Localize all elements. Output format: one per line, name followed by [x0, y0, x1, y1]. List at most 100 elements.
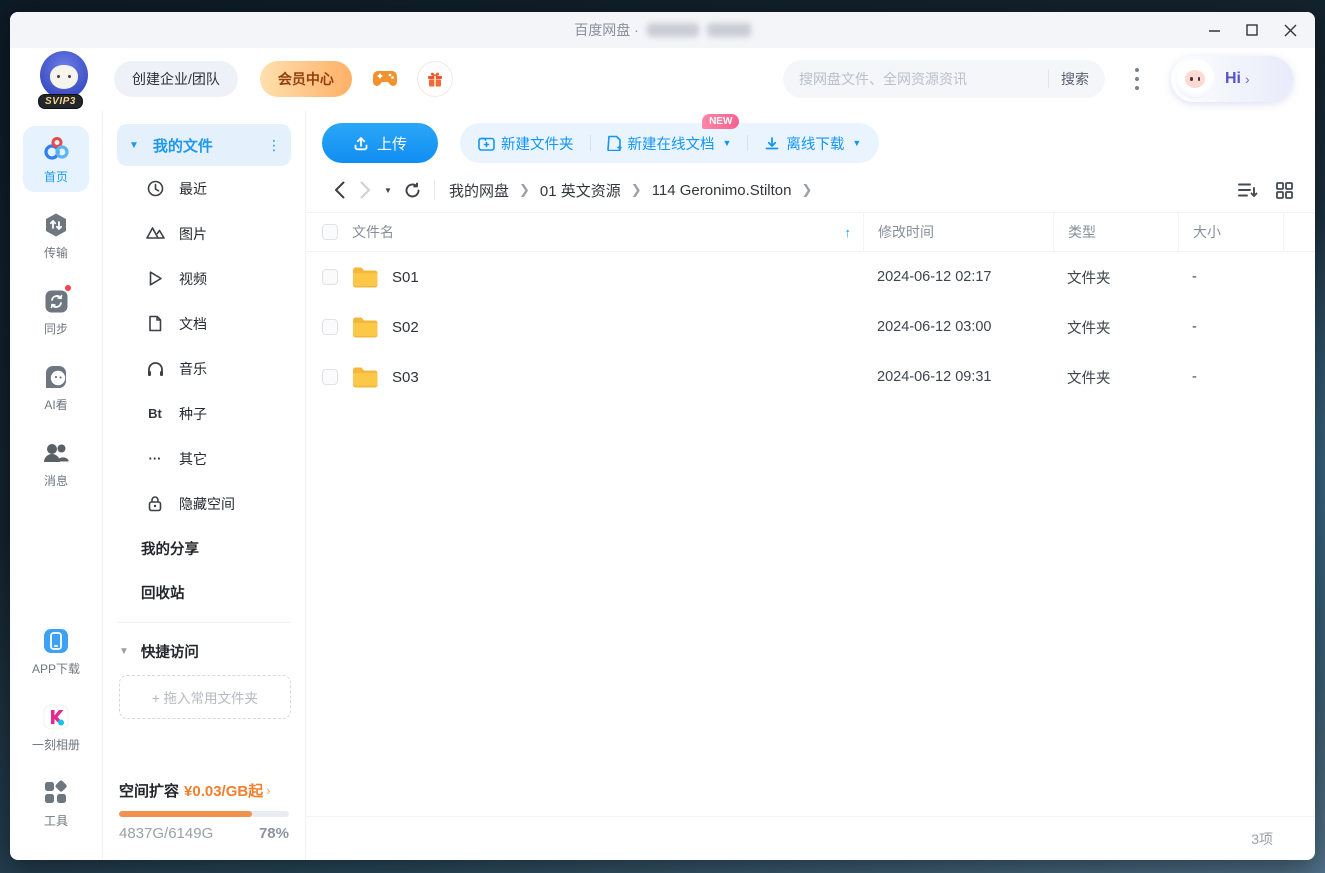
- file-name[interactable]: S02: [392, 319, 419, 336]
- chevron-right-icon: ❯: [631, 182, 642, 198]
- breadcrumb-item[interactable]: 114 Geronimo.Stilton: [652, 182, 792, 199]
- rail-item-photo-album[interactable]: 一刻相册: [23, 694, 89, 760]
- nav-my-files[interactable]: ▼ 我的文件 ⋮: [117, 124, 291, 166]
- rail-item-home[interactable]: 首页: [23, 126, 89, 192]
- svip-badge: SVIP3: [38, 94, 83, 109]
- breadcrumb-item[interactable]: 01 英文资源: [540, 180, 621, 201]
- grid-view-icon[interactable]: [1276, 182, 1293, 199]
- row-checkbox[interactable]: [322, 269, 338, 285]
- nav-item-others[interactable]: ··· 其它: [117, 436, 291, 481]
- create-team-button[interactable]: 创建企业/团队: [114, 61, 238, 97]
- file-type: 文件夹: [1053, 252, 1178, 302]
- new-folder-button[interactable]: 新建文件夹: [478, 133, 574, 154]
- file-name[interactable]: S03: [392, 369, 419, 386]
- nav-item-recent[interactable]: 最近: [117, 166, 291, 211]
- search-input[interactable]: 搜网盘文件、全网资源资讯: [799, 69, 1036, 89]
- nav-quick-access[interactable]: ▼ 快捷访问: [117, 631, 291, 671]
- expand-storage-link[interactable]: 空间扩容 ¥0.03/GB起 ›: [119, 780, 289, 801]
- refresh-button[interactable]: [398, 182, 426, 199]
- file-type: 文件夹: [1053, 302, 1178, 352]
- file-modified: 2024-06-12 03:00: [863, 302, 1053, 352]
- column-header-modified[interactable]: 修改时间: [863, 213, 1053, 251]
- close-button[interactable]: [1275, 15, 1305, 45]
- file-modified: 2024-06-12 09:31: [863, 352, 1053, 402]
- chevron-down-icon: ▼: [723, 138, 732, 148]
- table-row[interactable]: S02 2024-06-12 03:00 文件夹 -: [306, 302, 1315, 352]
- divider: [117, 622, 291, 623]
- folder-icon: [352, 316, 378, 338]
- nav-item-videos[interactable]: 视频: [117, 256, 291, 301]
- document-icon: [145, 315, 165, 332]
- drop-favorite-folder-zone[interactable]: + 拖入常用文件夹: [119, 675, 291, 719]
- column-header-size[interactable]: 大小: [1178, 213, 1283, 251]
- nav-my-shares[interactable]: 我的分享: [117, 526, 291, 570]
- upload-button[interactable]: 上传: [322, 123, 438, 163]
- rail-item-messages[interactable]: 消息: [23, 430, 89, 496]
- nav-item-images[interactable]: 图片: [117, 211, 291, 256]
- upload-icon: [353, 135, 369, 151]
- file-type: 文件夹: [1053, 352, 1178, 402]
- column-header-name[interactable]: 文件名: [352, 222, 394, 242]
- account-greeting-button[interactable]: Hi ›: [1171, 56, 1293, 102]
- minimize-button[interactable]: [1199, 15, 1229, 45]
- nav-item-hidden-space[interactable]: 隐藏空间: [117, 481, 291, 526]
- icon-rail: 首页 传输 同步 AI看: [10, 110, 103, 860]
- bt-icon: Bt: [145, 406, 165, 421]
- clock-icon: [145, 180, 165, 197]
- item-count-footer: 3项: [306, 816, 1315, 860]
- rail-item-sync[interactable]: 同步: [23, 278, 89, 344]
- storage-progress-bar: [119, 811, 289, 817]
- breadcrumb-item[interactable]: 我的网盘: [449, 180, 509, 201]
- new-online-doc-button[interactable]: NEW 新建在线文档 ▼: [607, 133, 732, 154]
- file-modified: 2024-06-12 02:17: [863, 252, 1053, 302]
- gamepad-icon[interactable]: [372, 69, 398, 89]
- window-title: 百度网盘 ·: [574, 20, 751, 40]
- history-dropdown-icon[interactable]: ▼: [378, 186, 398, 195]
- titlebar[interactable]: 百度网盘 ·: [10, 12, 1315, 48]
- collapse-triangle-icon[interactable]: ▼: [119, 646, 129, 657]
- image-icon: [145, 226, 165, 242]
- table-row[interactable]: S01 2024-06-12 02:17 文件夹 -: [306, 252, 1315, 302]
- my-files-menu-icon[interactable]: ⋮: [267, 143, 281, 148]
- forward-button[interactable]: [352, 181, 378, 199]
- offline-download-button[interactable]: 离线下载 ▼: [764, 133, 861, 154]
- toolbar: 上传 新建文件夹 NEW 新建在线文档: [306, 110, 1315, 168]
- gift-icon[interactable]: [418, 62, 452, 96]
- rail-item-app-download[interactable]: APP下载: [23, 618, 89, 684]
- rail-item-ai-view[interactable]: AI看: [23, 354, 89, 420]
- rail-item-transfer[interactable]: 传输: [23, 202, 89, 268]
- search-bar[interactable]: 搜网盘文件、全网资源资讯 搜索: [783, 60, 1105, 98]
- storage-percent: 78%: [259, 825, 289, 842]
- vip-center-button[interactable]: 会员中心: [260, 61, 352, 97]
- search-button[interactable]: 搜索: [1061, 69, 1089, 89]
- nav-item-music[interactable]: 音乐: [117, 346, 291, 391]
- nav-item-documents[interactable]: 文档: [117, 301, 291, 346]
- table-row[interactable]: S03 2024-06-12 09:31 文件夹 -: [306, 352, 1315, 402]
- file-name[interactable]: S01: [392, 269, 419, 286]
- nav-item-torrents[interactable]: Bt 种子: [117, 391, 291, 436]
- app-window: 百度网盘 · SVIP3 创建企业/团队 会员中心: [10, 12, 1315, 860]
- rail-item-tools[interactable]: 工具: [23, 770, 89, 836]
- user-avatar[interactable]: SVIP3: [40, 51, 92, 107]
- transfer-icon: [41, 210, 71, 240]
- app-download-icon: [41, 626, 71, 656]
- sort-order-icon[interactable]: [1238, 182, 1258, 198]
- select-all-checkbox[interactable]: [322, 224, 338, 240]
- nav-recycle-bin[interactable]: 回收站: [117, 570, 291, 614]
- ellipsis-icon: ···: [145, 451, 165, 466]
- row-checkbox[interactable]: [322, 369, 338, 385]
- file-size: -: [1178, 352, 1283, 402]
- column-header-type[interactable]: 类型: [1053, 213, 1178, 251]
- more-menu-icon[interactable]: [1119, 61, 1155, 97]
- notification-dot: [64, 284, 72, 292]
- maximize-button[interactable]: [1237, 15, 1267, 45]
- folder-plus-icon: [478, 136, 495, 151]
- back-button[interactable]: [326, 181, 352, 199]
- breadcrumb: 我的网盘 ❯ 01 英文资源 ❯ 114 Geronimo.Stilton ❯: [449, 180, 812, 201]
- collapse-triangle-icon[interactable]: ▼: [129, 140, 139, 151]
- greeting-label: Hi: [1225, 70, 1241, 88]
- sort-ascending-icon[interactable]: ↑: [845, 225, 852, 240]
- doc-plus-icon: [607, 135, 622, 151]
- chevron-right-icon: ❯: [519, 182, 530, 198]
- row-checkbox[interactable]: [322, 319, 338, 335]
